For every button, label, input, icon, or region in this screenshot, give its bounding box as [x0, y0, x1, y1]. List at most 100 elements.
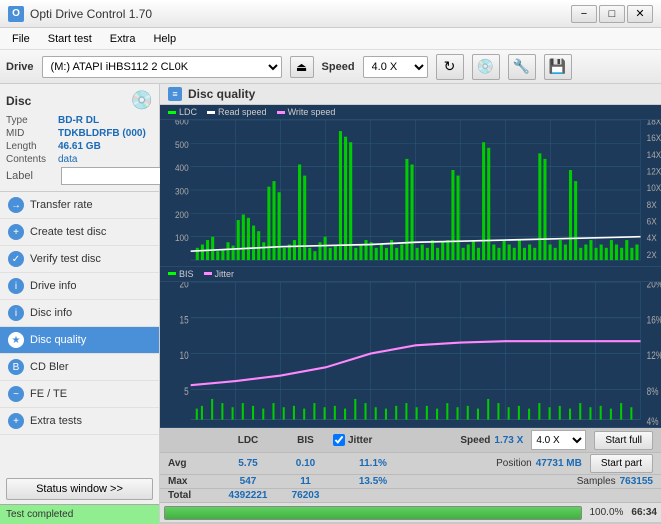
- drive-select[interactable]: (M:) ATAPI iHBS112 2 CL0K: [42, 56, 282, 78]
- sidebar-item-transfer-rate[interactable]: → Transfer rate: [0, 192, 159, 219]
- eject-button[interactable]: ⏏: [290, 56, 314, 78]
- chart1-svg: 600 500 400 300 200 100 18X 16X 14X 12X …: [160, 120, 661, 265]
- svg-text:10: 10: [180, 349, 190, 361]
- type-val: BD-R DL: [58, 115, 99, 126]
- start-part-button[interactable]: Start part: [590, 454, 653, 473]
- progress-percent: 100.0%: [590, 507, 624, 518]
- menu-start-test[interactable]: Start test: [40, 31, 100, 47]
- svg-text:4%: 4%: [647, 416, 659, 426]
- svg-text:500: 500: [175, 139, 189, 149]
- avg-label: Avg: [168, 458, 218, 469]
- svg-text:600: 600: [175, 120, 189, 127]
- sidebar-item-extra-tests[interactable]: + Extra tests: [0, 408, 159, 435]
- save-button[interactable]: 💾: [544, 54, 572, 80]
- max-bis: 11: [278, 476, 333, 487]
- contents-key: Contents: [6, 154, 58, 165]
- svg-text:5: 5: [184, 385, 189, 397]
- svg-text:35.0: 35.0: [499, 263, 513, 265]
- svg-text:15: 15: [180, 314, 189, 326]
- sidebar-item-verify-test-disc[interactable]: ✓ Verify test disc: [0, 246, 159, 273]
- svg-text:0.0: 0.0: [191, 263, 201, 265]
- svg-text:20.0: 20.0: [364, 263, 378, 265]
- close-button[interactable]: ✕: [627, 5, 653, 23]
- svg-text:45.0: 45.0: [589, 263, 603, 265]
- sidebar-item-fe-te[interactable]: ~ FE / TE: [0, 381, 159, 408]
- progress-fill: [165, 507, 581, 519]
- menu-bar: File Start test Extra Help: [0, 28, 661, 50]
- main-layout: Disc 💿 Type BD-R DL MID TDKBLDRFB (000) …: [0, 84, 661, 524]
- progress-track: [164, 506, 582, 520]
- total-ldc: 4392221: [218, 490, 278, 501]
- svg-text:400: 400: [175, 163, 189, 173]
- sidebar-item-disc-info[interactable]: i Disc info: [0, 300, 159, 327]
- extra-tests-label: Extra tests: [30, 415, 82, 427]
- maximize-button[interactable]: □: [599, 5, 625, 23]
- legend-ldc: LDC: [168, 107, 197, 117]
- refresh-button[interactable]: ↻: [436, 54, 464, 80]
- legend-read-speed: Read speed: [207, 107, 267, 117]
- transfer-rate-label: Transfer rate: [30, 199, 93, 211]
- verify-test-disc-icon: ✓: [8, 251, 24, 267]
- chart2-svg: 20 15 10 5 20% 16% 12% 8% 4% 0.0 5.0 10.…: [160, 282, 661, 427]
- content-area: ≡ Disc quality LDC Read speed: [160, 84, 661, 524]
- svg-text:14X: 14X: [647, 149, 661, 159]
- extra-tests-icon: +: [8, 413, 24, 429]
- app-icon: O: [8, 6, 24, 22]
- max-jitter: 13.5%: [333, 476, 413, 487]
- svg-text:12%: 12%: [647, 349, 661, 361]
- minimize-button[interactable]: −: [571, 5, 597, 23]
- svg-text:15.0: 15.0: [320, 263, 334, 265]
- avg-ldc: 5.75: [218, 458, 278, 469]
- progress-time: 66:34: [631, 507, 657, 518]
- charts-container: LDC Read speed Write speed: [160, 105, 661, 524]
- svg-text:2X: 2X: [647, 250, 657, 260]
- sidebar-item-cd-bler[interactable]: B CD Bler: [0, 354, 159, 381]
- progress-bar-container: 100.0% 66:34: [160, 502, 661, 522]
- mid-key: MID: [6, 128, 58, 139]
- svg-text:18X: 18X: [647, 120, 661, 127]
- svg-text:300: 300: [175, 186, 189, 196]
- burn-button[interactable]: 💿: [472, 54, 500, 80]
- svg-text:20: 20: [180, 282, 190, 291]
- cd-bler-label: CD Bler: [30, 361, 69, 373]
- max-ldc: 547: [218, 476, 278, 487]
- disc-label: Disc: [6, 94, 31, 108]
- disc-info-panel: Disc 💿 Type BD-R DL MID TDKBLDRFB (000) …: [0, 84, 159, 192]
- start-full-button[interactable]: Start full: [594, 431, 653, 450]
- disc-quality-header: ≡ Disc quality: [160, 84, 661, 105]
- drive-label: Drive: [6, 61, 34, 73]
- samples-label: Samples: [577, 476, 616, 487]
- chart2-area: BIS Jitter: [160, 267, 661, 429]
- jitter-header: Jitter: [348, 435, 372, 446]
- menu-file[interactable]: File: [4, 31, 38, 47]
- drive-info-label: Drive info: [30, 280, 76, 292]
- sidebar: Disc 💿 Type BD-R DL MID TDKBLDRFB (000) …: [0, 84, 160, 524]
- cd-bler-icon: B: [8, 359, 24, 375]
- menu-extra[interactable]: Extra: [102, 31, 144, 47]
- jitter-checkbox[interactable]: [333, 434, 345, 446]
- speed-val: 1.73 X: [494, 435, 523, 446]
- speed-sel[interactable]: 4.0 X: [531, 430, 586, 450]
- settings-button[interactable]: 🔧: [508, 54, 536, 80]
- svg-text:20%: 20%: [647, 282, 661, 291]
- svg-text:40.0: 40.0: [544, 263, 558, 265]
- svg-text:8%: 8%: [647, 385, 659, 397]
- legend-bis: BIS: [168, 269, 194, 279]
- disc-icon: 💿: [131, 90, 153, 111]
- sidebar-item-create-test-disc[interactable]: + Create test disc: [0, 219, 159, 246]
- svg-text:100: 100: [175, 233, 189, 243]
- stats-bar: LDC BIS Jitter Speed 1.73 X 4.0 X: [160, 428, 661, 524]
- svg-text:16X: 16X: [647, 133, 661, 143]
- status-window-button[interactable]: Status window >>: [6, 478, 153, 500]
- svg-text:30.0: 30.0: [454, 263, 468, 265]
- drive-info-icon: i: [8, 278, 24, 294]
- max-label: Max: [168, 476, 218, 487]
- avg-bis: 0.10: [278, 458, 333, 469]
- disc-quality-title: Disc quality: [188, 87, 255, 101]
- sidebar-item-drive-info[interactable]: i Drive info: [0, 273, 159, 300]
- total-bis: 76203: [278, 490, 333, 501]
- menu-help[interactable]: Help: [145, 31, 184, 47]
- sidebar-item-disc-quality[interactable]: ★ Disc quality: [0, 327, 159, 354]
- speed-select[interactable]: 4.0 X: [363, 56, 428, 78]
- svg-text:10.0: 10.0: [275, 263, 289, 265]
